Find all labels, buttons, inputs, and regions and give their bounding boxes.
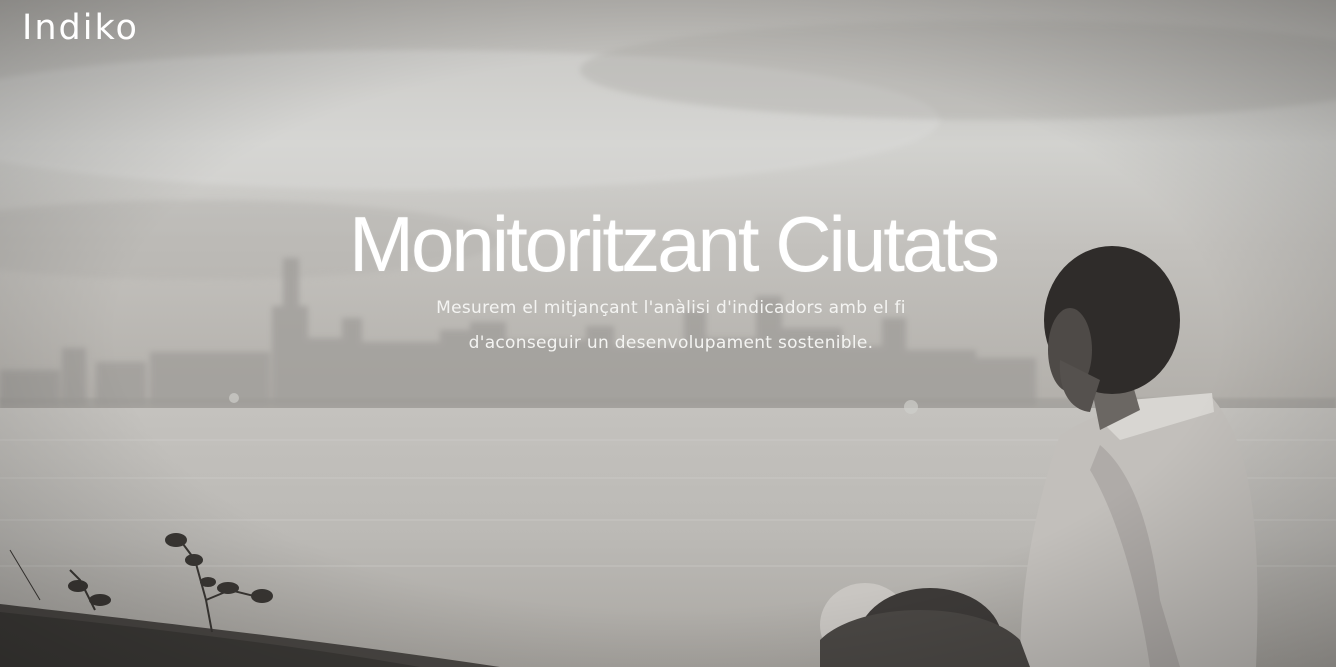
brand-logo-link[interactable]: Indiko [22, 6, 139, 50]
hero-title: Monitoritzant Ciutats [349, 200, 1000, 288]
hero-subtitle: Mesurem el mitjançant l'anàlisi d'indica… [436, 298, 906, 353]
hero-section: Indiko Monitoritzant Ciutats Mesurem el … [0, 0, 1336, 667]
